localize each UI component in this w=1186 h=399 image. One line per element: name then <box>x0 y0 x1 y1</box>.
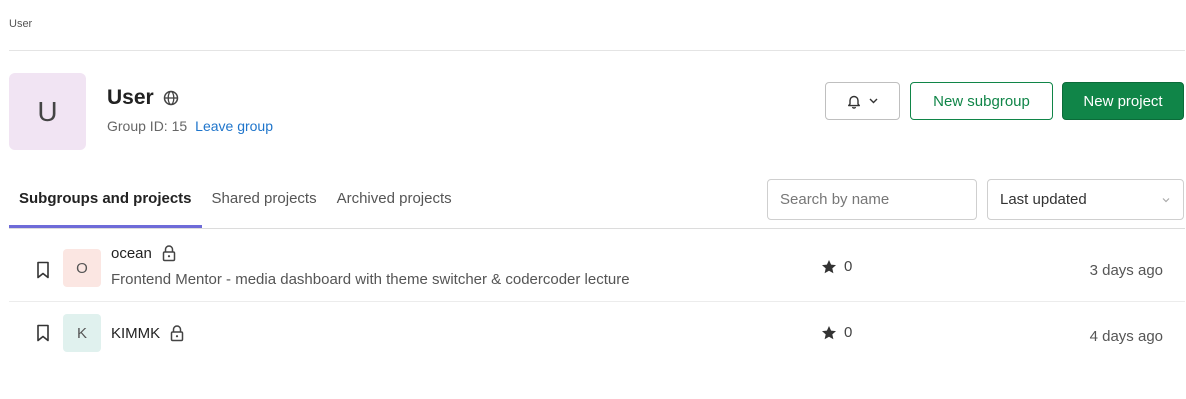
lock-icon <box>162 245 176 262</box>
project-avatar[interactable]: O <box>63 249 101 287</box>
project-title[interactable]: ocean <box>111 244 177 262</box>
project-title[interactable]: KIMMK <box>111 324 185 342</box>
tab-archived-projects[interactable]: Archived projects <box>327 180 462 228</box>
group-avatar: U <box>9 73 86 150</box>
group-name: User <box>107 86 154 109</box>
bookmark-icon[interactable] <box>36 324 50 342</box>
new-project-button[interactable]: New project <box>1062 82 1184 120</box>
sort-dropdown[interactable]: Last updated <box>987 179 1184 220</box>
star-icon <box>822 259 836 273</box>
project-row-ocean: O ocean Frontend Mentor - media dashboar… <box>9 232 1185 302</box>
star-count: 0 <box>821 258 852 275</box>
group-tabs: Subgroups and projects Shared projects A… <box>9 180 462 228</box>
breadcrumb[interactable]: User <box>9 18 32 30</box>
star-count-value: 0 <box>844 324 853 341</box>
bell-icon <box>848 95 860 109</box>
tabs-divider <box>9 228 1185 229</box>
group-id: Group ID: 15 <box>107 118 188 134</box>
lock-icon <box>170 325 184 342</box>
last-updated: 3 days ago <box>1089 262 1163 279</box>
chevron-down-icon <box>1162 197 1170 202</box>
leave-group-link[interactable]: Leave group <box>195 118 273 134</box>
notification-dropdown-button[interactable] <box>825 82 900 120</box>
new-subgroup-button[interactable]: New subgroup <box>910 82 1053 120</box>
search-input[interactable] <box>767 179 977 220</box>
group-title: User <box>107 86 179 110</box>
project-avatar[interactable]: K <box>63 314 101 352</box>
globe-icon <box>163 90 178 106</box>
star-count: 0 <box>821 324 852 341</box>
star-count-value: 0 <box>844 258 853 275</box>
tab-shared-projects[interactable]: Shared projects <box>202 180 327 228</box>
chevron-down-icon <box>869 98 878 104</box>
group-meta: Group ID: 15 Leave group <box>107 118 273 134</box>
header-divider <box>9 50 1185 51</box>
project-row-kimmk: K KIMMK 0 4 days ago <box>9 302 1185 372</box>
project-name[interactable]: ocean <box>111 245 152 262</box>
sort-value: Last updated <box>1000 191 1087 208</box>
project-name[interactable]: KIMMK <box>111 325 160 342</box>
tab-subgroups-and-projects[interactable]: Subgroups and projects <box>9 180 202 228</box>
bookmark-icon[interactable] <box>36 261 50 279</box>
star-icon <box>822 325 836 339</box>
last-updated: 4 days ago <box>1089 328 1163 345</box>
project-description: Frontend Mentor - media dashboard with t… <box>111 271 630 288</box>
